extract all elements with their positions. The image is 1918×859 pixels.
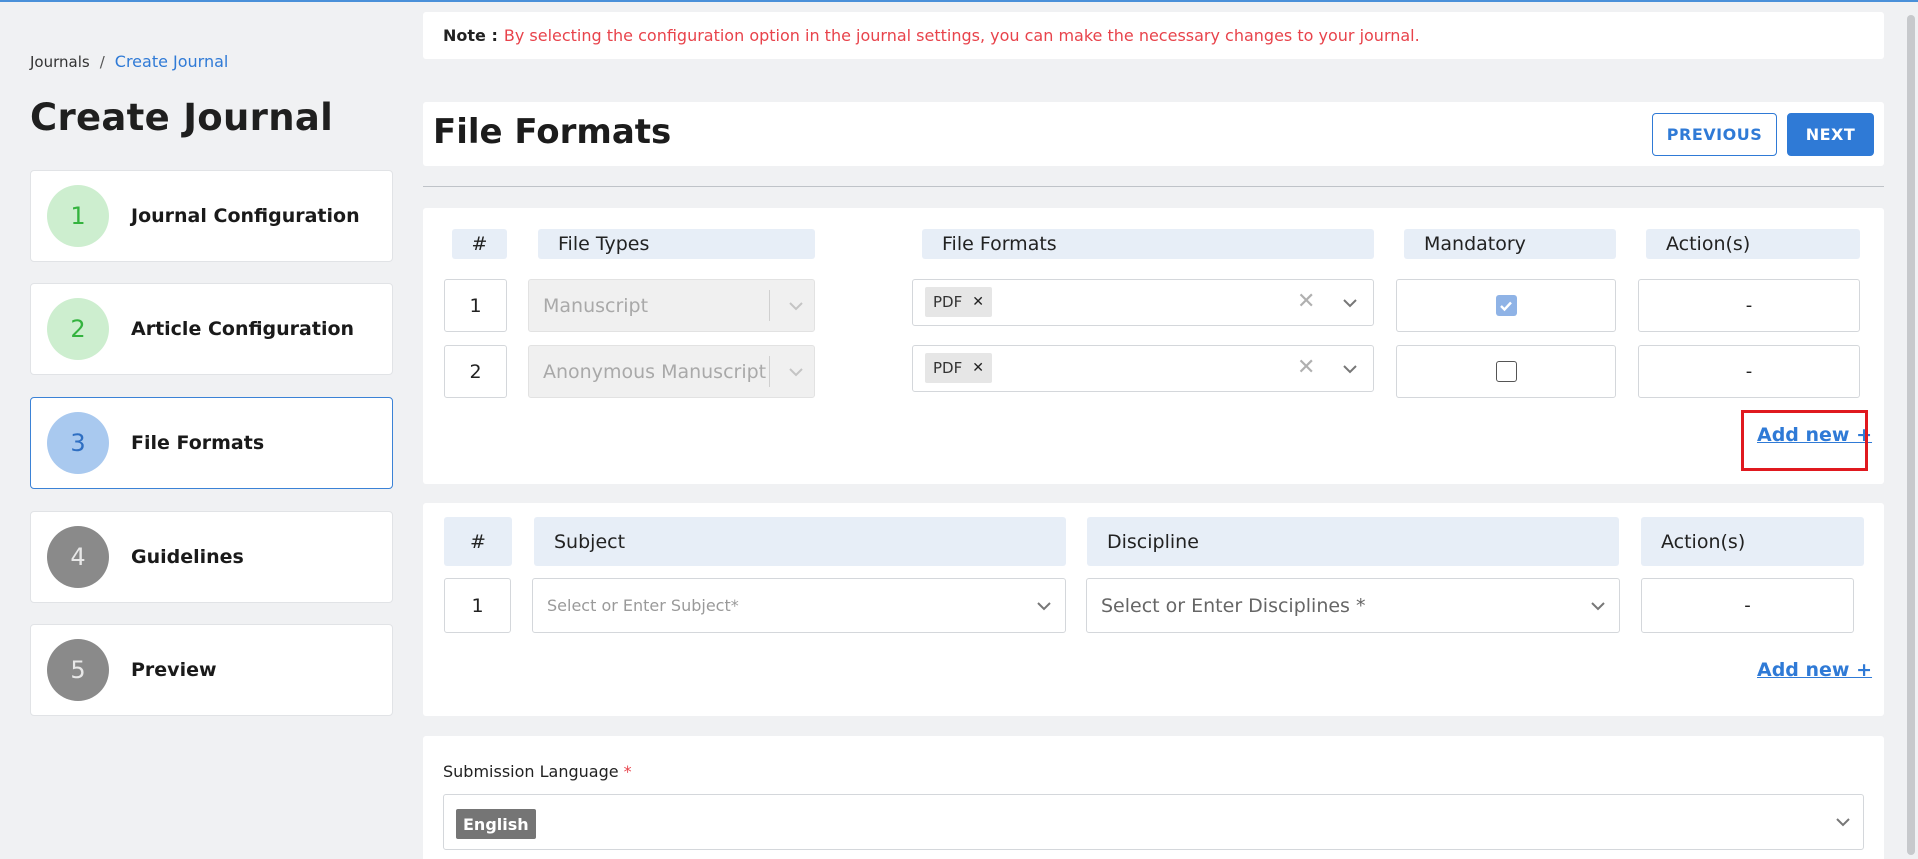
mandatory-checkbox[interactable] xyxy=(1495,295,1517,316)
check-icon xyxy=(1500,301,1512,311)
file-type-value: Anonymous Manuscript xyxy=(543,360,767,383)
step-label: Article Configuration xyxy=(131,318,355,340)
file-type-select: Manuscript xyxy=(528,279,815,332)
step-number: 2 xyxy=(47,298,109,360)
mandatory-cell xyxy=(1396,279,1616,332)
step-preview[interactable]: 5 Preview xyxy=(30,624,393,716)
subject-select[interactable]: Select or Enter Subject* xyxy=(532,578,1066,633)
header-discipline: Discipline xyxy=(1087,517,1619,566)
submission-language-label: Submission Language * xyxy=(443,762,632,781)
discipline-select[interactable]: Select or Enter Disciplines * xyxy=(1086,578,1620,633)
chevron-down-icon[interactable] xyxy=(1035,597,1053,615)
step-number: 5 xyxy=(47,639,109,701)
language-tag: English xyxy=(456,809,536,839)
discipline-placeholder: Select or Enter Disciplines * xyxy=(1101,594,1366,617)
chevron-down-icon[interactable] xyxy=(1341,294,1359,312)
row-number-field[interactable]: 1 xyxy=(444,279,507,332)
submission-language-text: Submission Language xyxy=(443,762,619,781)
chevron-down-icon xyxy=(787,363,805,381)
chevron-down-icon[interactable] xyxy=(1589,597,1607,615)
top-accent-line xyxy=(0,0,1918,2)
breadcrumb-separator: / xyxy=(99,52,105,71)
select-separator xyxy=(769,290,770,321)
chevron-down-icon[interactable] xyxy=(1341,360,1359,378)
file-formats-select[interactable]: PDF ✕ ✕ xyxy=(912,345,1374,392)
header-actions: Action(s) xyxy=(1646,229,1860,259)
step-label: Guidelines xyxy=(131,546,244,568)
action-placeholder: - xyxy=(1744,595,1751,616)
required-mark: * xyxy=(623,762,632,781)
next-button[interactable]: NEXT xyxy=(1787,113,1874,156)
chevron-down-icon[interactable] xyxy=(1834,813,1852,835)
format-tag-label: PDF xyxy=(933,359,963,377)
action-placeholder: - xyxy=(1745,295,1753,316)
row-number: 1 xyxy=(469,294,482,317)
mandatory-cell xyxy=(1396,345,1616,398)
step-number: 3 xyxy=(47,412,109,474)
note-label: Note : xyxy=(443,26,498,45)
header-num: # xyxy=(444,517,512,566)
header-file-formats: File Formats xyxy=(922,229,1374,259)
action-cell: - xyxy=(1641,578,1854,633)
note-bar: Note : By selecting the configuration op… xyxy=(423,12,1884,59)
row-number: 1 xyxy=(471,594,484,617)
file-type-select: Anonymous Manuscript xyxy=(528,345,815,398)
select-separator xyxy=(769,356,770,387)
header-file-types: File Types xyxy=(538,229,815,259)
chevron-down-icon xyxy=(787,297,805,315)
step-file-formats[interactable]: 3 File Formats xyxy=(30,397,393,489)
header-mandatory: Mandatory xyxy=(1404,229,1616,259)
header-num: # xyxy=(452,229,507,259)
header-actions: Action(s) xyxy=(1641,517,1864,566)
remove-tag-icon[interactable]: ✕ xyxy=(972,360,984,376)
file-formats-select[interactable]: PDF ✕ ✕ xyxy=(912,279,1374,326)
step-label: Preview xyxy=(131,659,217,681)
header-subject: Subject xyxy=(534,517,1066,566)
highlight-box xyxy=(1741,410,1868,471)
step-number: 1 xyxy=(47,185,109,247)
action-cell: - xyxy=(1638,345,1860,398)
step-label: File Formats xyxy=(131,432,265,454)
row-number-field[interactable]: 2 xyxy=(444,345,507,398)
page-title: Create Journal xyxy=(30,96,334,139)
format-tag: PDF ✕ xyxy=(925,353,992,383)
note-text: By selecting the configuration option in… xyxy=(503,26,1420,45)
submission-language-select[interactable]: English xyxy=(443,794,1864,850)
mandatory-checkbox[interactable] xyxy=(1495,361,1517,382)
step-journal-configuration[interactable]: 1 Journal Configuration xyxy=(30,170,393,262)
clear-icon[interactable]: ✕ xyxy=(1297,289,1315,314)
breadcrumb-root-link[interactable]: Journals xyxy=(30,53,90,71)
row-number: 2 xyxy=(469,360,482,383)
action-placeholder: - xyxy=(1745,361,1753,382)
step-article-configuration[interactable]: 2 Article Configuration xyxy=(30,283,393,375)
subject-discipline-card: # Subject Discipline Action(s) 1 Select … xyxy=(423,503,1884,716)
step-label: Journal Configuration xyxy=(131,205,360,227)
file-type-value: Manuscript xyxy=(543,294,649,317)
row-number-field[interactable]: 1 xyxy=(444,578,511,633)
submission-language-card: Submission Language * English xyxy=(423,736,1884,859)
section-header: File Formats PREVIOUS NEXT xyxy=(423,102,1884,166)
file-formats-card: # File Types File Formats Mandatory Acti… xyxy=(423,208,1884,484)
format-tag: PDF ✕ xyxy=(925,287,992,317)
format-tag-label: PDF xyxy=(933,293,963,311)
section-title: File Formats xyxy=(433,112,672,152)
section-divider xyxy=(423,186,1884,187)
remove-tag-icon[interactable]: ✕ xyxy=(972,294,984,310)
step-guidelines[interactable]: 4 Guidelines xyxy=(30,511,393,603)
step-number: 4 xyxy=(47,526,109,588)
subject-placeholder: Select or Enter Subject* xyxy=(547,596,739,615)
previous-button[interactable]: PREVIOUS xyxy=(1652,113,1777,156)
breadcrumb: Journals / Create Journal xyxy=(30,52,228,71)
page-scrollbar[interactable] xyxy=(1907,15,1915,855)
action-cell: - xyxy=(1638,279,1860,332)
clear-icon[interactable]: ✕ xyxy=(1297,355,1315,380)
breadcrumb-current[interactable]: Create Journal xyxy=(115,52,229,71)
add-new-subject-link[interactable]: Add new + xyxy=(1757,659,1872,681)
